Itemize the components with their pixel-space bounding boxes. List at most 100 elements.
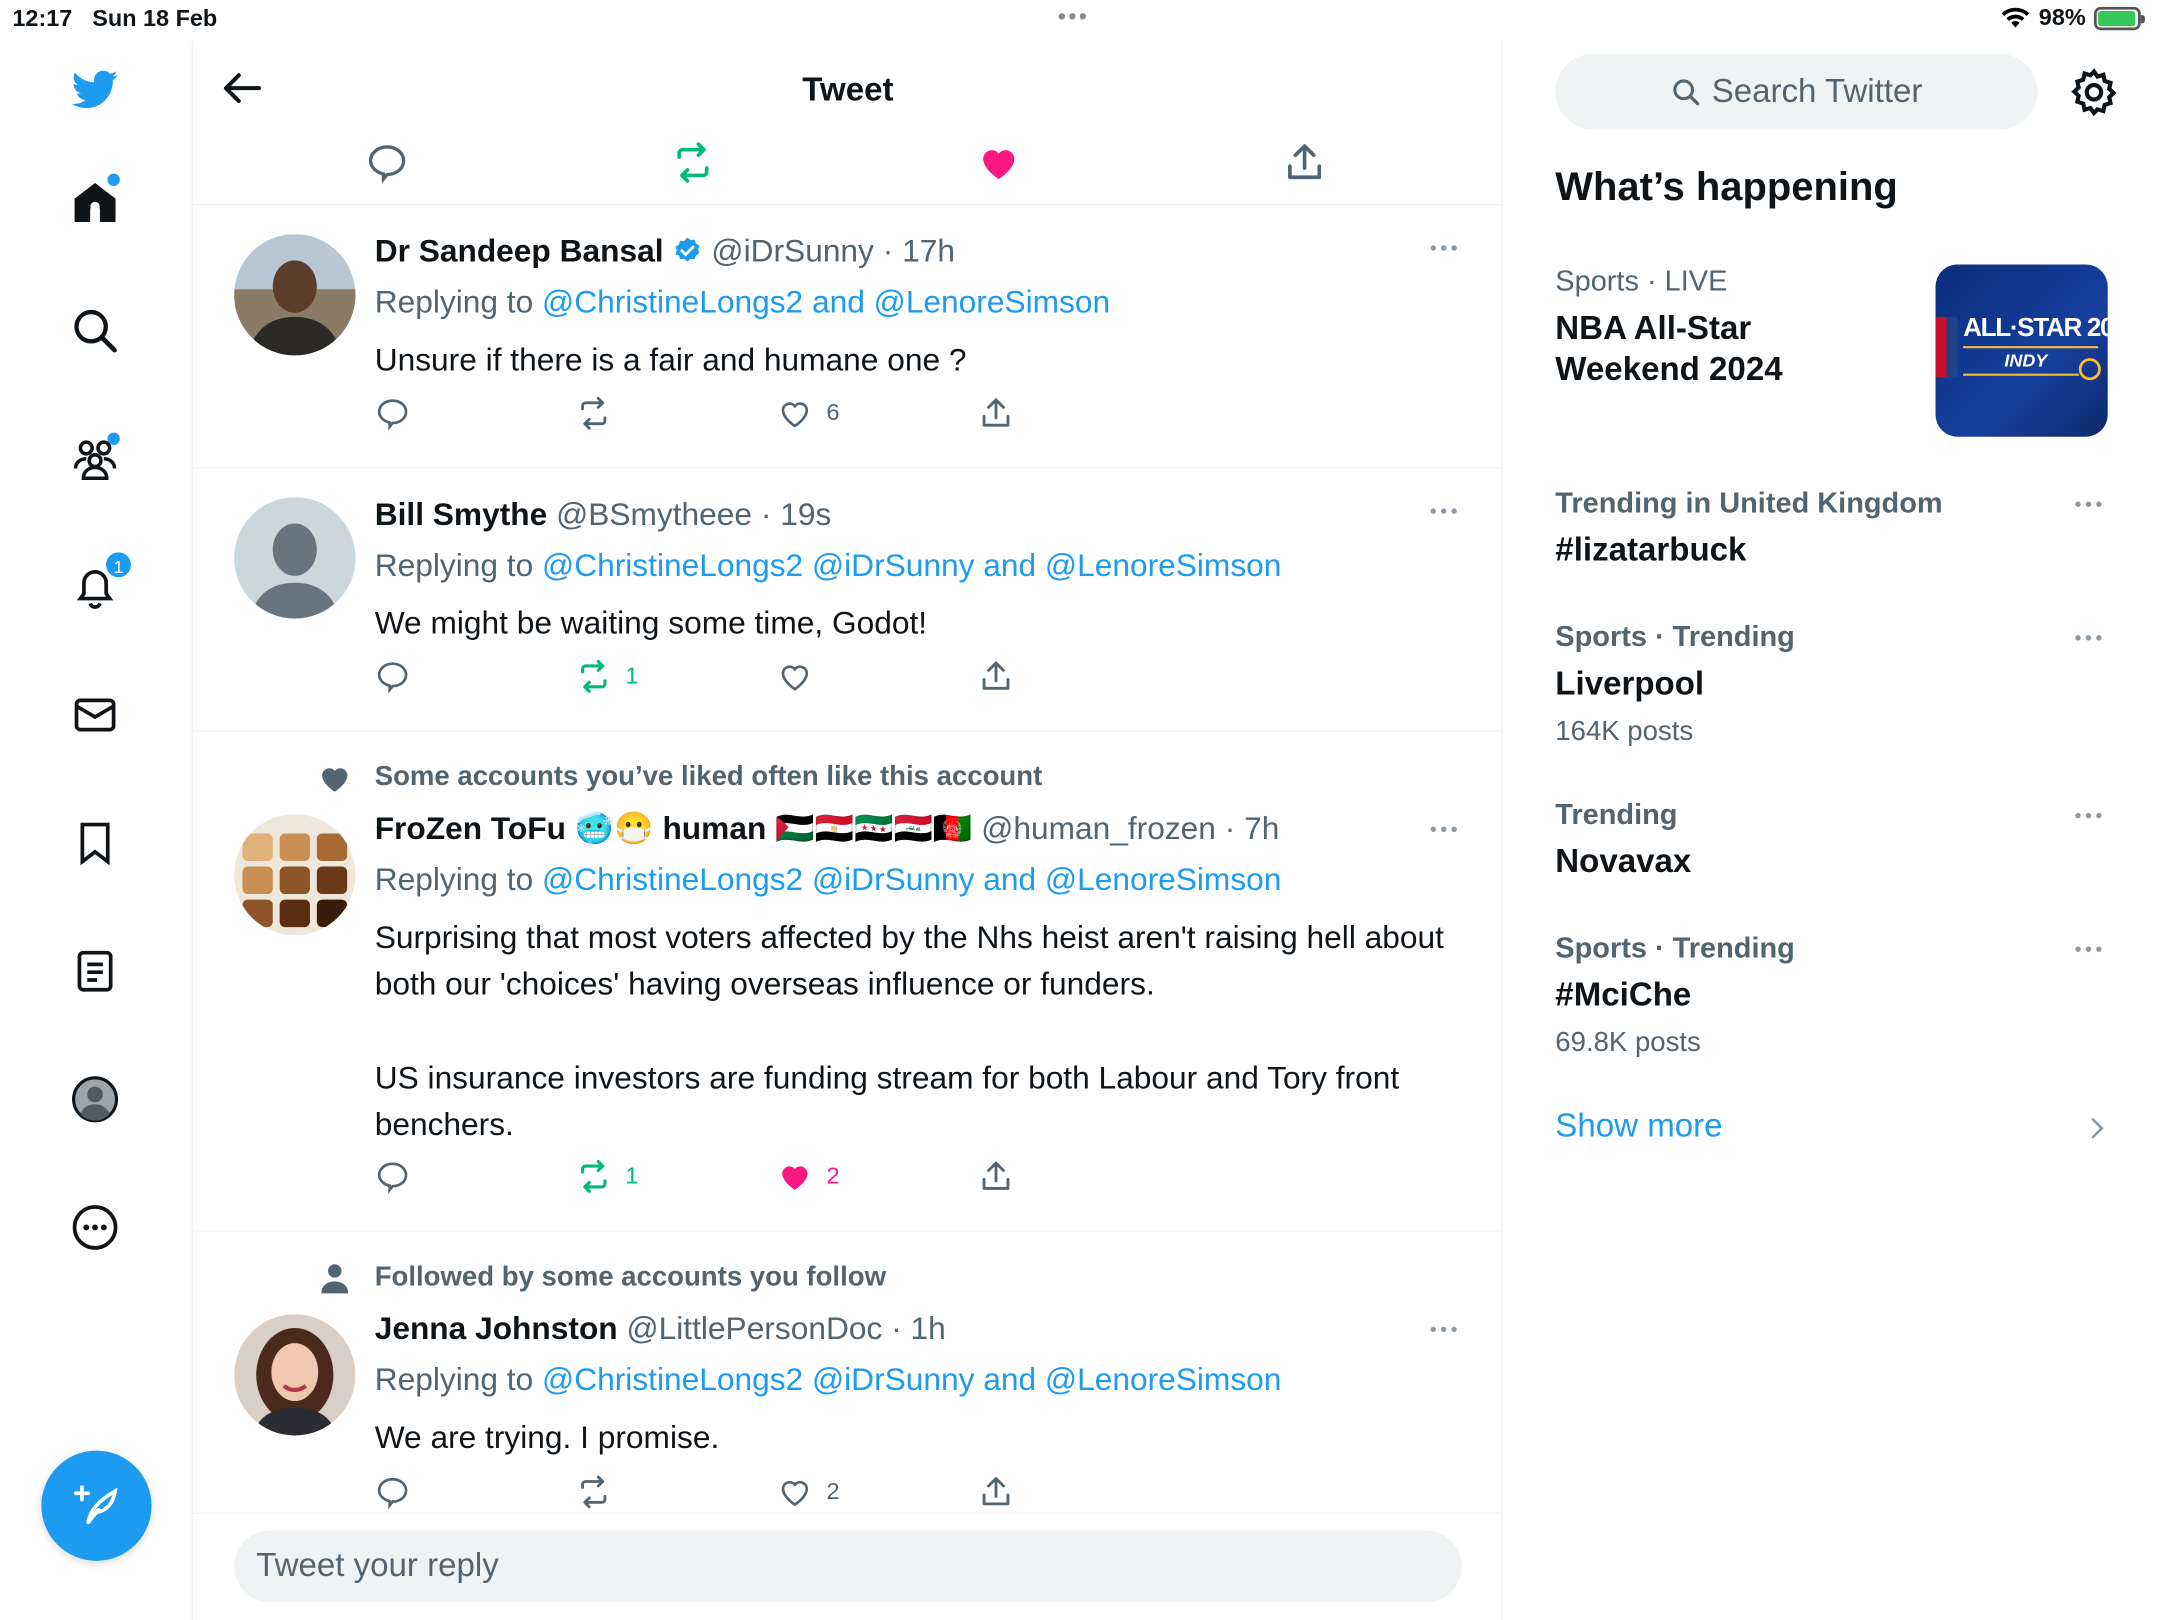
replying-to: Replying to @ChristineLongs2 @iDrSunny a… — [375, 858, 1462, 899]
tweet-time[interactable]: 1h — [910, 1310, 945, 1346]
display-name[interactable]: Dr Sandeep Bansal — [375, 233, 664, 269]
more-options-icon[interactable] — [1426, 811, 1462, 847]
tweet-item[interactable]: Followed by some accounts you follow Jen… — [193, 1232, 1502, 1521]
user-handle[interactable]: @LittlePersonDoc — [626, 1310, 882, 1346]
more-options-icon[interactable] — [2071, 931, 2107, 967]
mention-link[interactable]: @ChristineLongs2 @iDrSunny and @LenoreSi… — [542, 1361, 1281, 1397]
like-button[interactable]: 2 — [777, 1474, 840, 1510]
more-options-icon[interactable] — [1426, 230, 1462, 266]
avatar[interactable] — [234, 814, 356, 936]
trend-item[interactable]: Trending Novavax — [1555, 798, 2106, 883]
nav-more[interactable] — [63, 1196, 126, 1259]
nav-home[interactable] — [63, 171, 126, 234]
trend-status: LIVE — [1664, 265, 1728, 298]
retweet-icon — [580, 659, 607, 693]
retweet-button[interactable] — [576, 395, 626, 431]
avatar[interactable] — [234, 497, 356, 619]
show-more-link[interactable]: Show more — [1555, 1108, 1722, 1147]
twitter-logo-icon[interactable] — [63, 58, 126, 121]
tweet-time[interactable]: 17h — [902, 233, 955, 269]
trend-post-count: 164K posts — [1555, 716, 1694, 747]
nba-allstar-image[interactable]: ALL·STAR 2024 INDY — [1935, 264, 2108, 437]
chevron-right-icon[interactable] — [2082, 1113, 2112, 1143]
trend-item[interactable]: Sports · Trending #MciChe 69.8K posts — [1555, 931, 2106, 1060]
separator: · — [760, 495, 772, 532]
more-options-icon[interactable] — [2071, 798, 2107, 834]
battery-percent: 98% — [2038, 4, 2086, 31]
compose-tweet-button[interactable] — [41, 1450, 152, 1561]
more-options-icon[interactable] — [1426, 493, 1462, 529]
trend-meta: Sports · Trending — [1555, 931, 2106, 967]
more-options-icon[interactable] — [2071, 486, 2107, 522]
tweet-time[interactable]: 19s — [780, 496, 831, 532]
mention-link[interactable]: @ChristineLongs2 and @LenoreSimson — [542, 284, 1110, 320]
retweet-button[interactable]: 1 — [576, 658, 638, 694]
reply-input[interactable]: Tweet your reply — [234, 1530, 1462, 1603]
reply-button[interactable] — [375, 1159, 411, 1195]
person-context-icon — [321, 1264, 349, 1294]
like-icon[interactable] — [977, 141, 1021, 185]
retweet-icon — [581, 1475, 607, 1509]
trend-name: #MciChe — [1555, 976, 1692, 1014]
retweet-icon — [580, 1159, 607, 1193]
reply-button[interactable] — [375, 658, 411, 694]
share-icon[interactable] — [1283, 141, 1327, 185]
replying-prefix: Replying to — [374, 861, 534, 897]
trend-name: NBA All-Star Weekend 2024 — [1555, 309, 1783, 389]
retweet-button[interactable]: 1 — [576, 1159, 638, 1195]
nav-profile[interactable] — [63, 1068, 126, 1131]
nav-search[interactable] — [63, 299, 126, 362]
tweet-item[interactable]: Some accounts you’ve liked often like th… — [192, 732, 1502, 1232]
reply-button[interactable] — [375, 1474, 411, 1510]
share-button[interactable] — [978, 1474, 1014, 1510]
retweet-button[interactable] — [576, 1474, 626, 1510]
user-handle[interactable]: @human_frozen — [981, 810, 1216, 846]
retweet-icon[interactable] — [671, 141, 715, 185]
page-title: Tweet — [802, 71, 894, 109]
more-options-icon[interactable] — [2071, 620, 2107, 656]
nav-messages[interactable] — [63, 683, 126, 746]
share-button[interactable] — [978, 1159, 1014, 1195]
nba-image-subcaption: INDY — [2004, 349, 2048, 371]
display-name[interactable]: FroZen ToFu 🥶😷 human 🇵🇸🇪🇬🇸🇾🇮🇶🇦🇫 — [375, 810, 973, 846]
avatar[interactable] — [234, 234, 356, 356]
tweet-actions: 6 — [375, 395, 1091, 436]
like-button[interactable] — [777, 658, 827, 694]
display-name[interactable]: Bill Smythe — [375, 496, 548, 532]
trend-category: Sports — [1555, 621, 1647, 653]
share-button[interactable] — [978, 395, 1014, 431]
tweet-item[interactable]: Bill Smythe @BSmytheee · 19s Replying to… — [192, 468, 1502, 732]
like-button[interactable]: 2 — [777, 1159, 840, 1195]
like-button[interactable]: 6 — [777, 395, 840, 431]
tweet-item[interactable]: Dr Sandeep Bansal @iDrSunny · 17h Replyi… — [192, 205, 1502, 469]
trend-item[interactable]: Sports · Trending Liverpool 164K posts — [1555, 620, 2106, 749]
user-handle[interactable]: @iDrSunny — [711, 233, 873, 269]
user-handle[interactable]: @BSmytheee — [556, 496, 752, 532]
search-input[interactable]: Search Twitter — [1555, 53, 2038, 130]
share-button[interactable] — [978, 658, 1014, 694]
reply-button[interactable] — [375, 395, 411, 431]
multitasking-dots-icon[interactable]: ••• — [1058, 6, 1089, 31]
nav-bookmarks[interactable] — [63, 811, 126, 874]
settings-gear-icon[interactable] — [2068, 66, 2120, 118]
trend-item[interactable]: Trending in United Kingdom #lizatarbuck — [1555, 486, 2106, 571]
nav-lists[interactable] — [63, 940, 126, 1003]
tweet-time[interactable]: 7h — [1244, 810, 1279, 846]
trend-meta: Trending in United Kingdom — [1555, 486, 2106, 522]
search-placeholder: Search Twitter — [1711, 72, 1923, 110]
mention-link[interactable]: @ChristineLongs2 @iDrSunny and @LenoreSi… — [542, 547, 1281, 583]
nav-communities[interactable] — [63, 427, 126, 490]
mention-link[interactable]: @ChristineLongs2 @iDrSunny and @LenoreSi… — [542, 861, 1281, 897]
trend-post-count: 69.8K posts — [1555, 1027, 1701, 1058]
more-options-icon[interactable] — [1426, 1311, 1462, 1347]
bookmarks-icon — [80, 822, 110, 866]
nav-notifications[interactable]: 1 — [63, 549, 134, 618]
status-date: Sun 18 Feb — [92, 5, 218, 32]
reply-icon[interactable] — [365, 141, 409, 185]
display-name[interactable]: Jenna Johnston — [375, 1310, 618, 1346]
like-icon — [781, 402, 809, 428]
trend-name: Liverpool — [1555, 665, 1705, 703]
tweet-header: Tweet — [193, 41, 1502, 137]
avatar[interactable] — [234, 1314, 356, 1436]
toast-grid-avatar-icon — [234, 814, 356, 936]
